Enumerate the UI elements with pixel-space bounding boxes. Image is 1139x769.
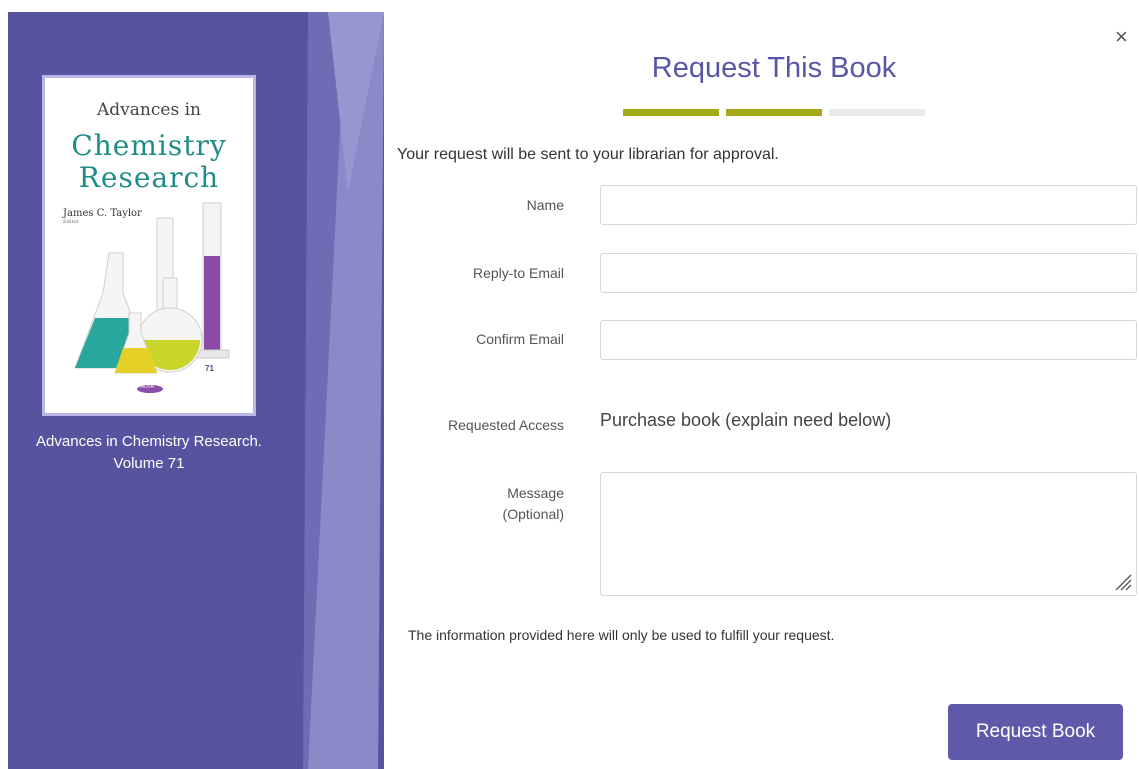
progress-step-3 [829,109,925,116]
confirm-email-input[interactable] [601,321,1136,359]
requested-access-value: Purchase book (explain need below) [600,410,892,430]
name-input[interactable] [601,186,1136,224]
book-panel: Advances in Chemistry Research James C. … [8,12,384,769]
cover-title-line1: Chemistry [71,129,227,162]
confirm-email-label: Confirm Email [476,331,564,347]
email-label: Reply-to Email [472,265,564,281]
dialog-title: Request This Book [651,52,897,84]
progress-step-1 [623,109,719,116]
book-cover[interactable]: Advances in Chemistry Research James C. … [42,75,256,416]
book-caption-title: Advances in Chemistry Research. [36,433,262,450]
email-input[interactable] [601,254,1136,292]
intro-text: Your request will be sent to your librar… [397,146,779,163]
privacy-note: The information provided here will only … [408,627,835,643]
message-textarea[interactable] [601,473,1136,595]
cover-title-line2: Research [78,161,220,194]
cover-editor-name: James C. Taylor [63,208,142,219]
email-field[interactable] [600,253,1137,293]
message-field[interactable] [600,472,1137,596]
message-label-line1: Message [507,485,564,501]
resize-handle-icon[interactable] [1114,573,1132,591]
confirm-email-field[interactable] [600,320,1137,360]
request-book-button[interactable]: Request Book [948,704,1123,760]
requested-access-label: Requested Access [448,417,564,433]
message-label: Message (Optional) [503,483,564,525]
close-icon[interactable]: × [1115,24,1128,50]
cover-title: Chemistry Research [45,130,253,194]
name-field[interactable] [600,185,1137,225]
cover-series-text: Advances in [97,100,201,120]
book-caption: Advances in Chemistry Research. Volume 7… [8,431,290,475]
message-label-line2: (Optional) [502,506,564,522]
book-caption-volume: Volume 71 [113,455,185,472]
progress-step-2 [726,109,822,116]
cover-editor: James C. Taylor Editor [63,208,142,225]
cover-volume-number: 71 [205,364,214,373]
cover-publisher: NOVA [140,384,154,390]
cover-editor-role: Editor [63,219,79,225]
name-label: Name [526,197,564,213]
